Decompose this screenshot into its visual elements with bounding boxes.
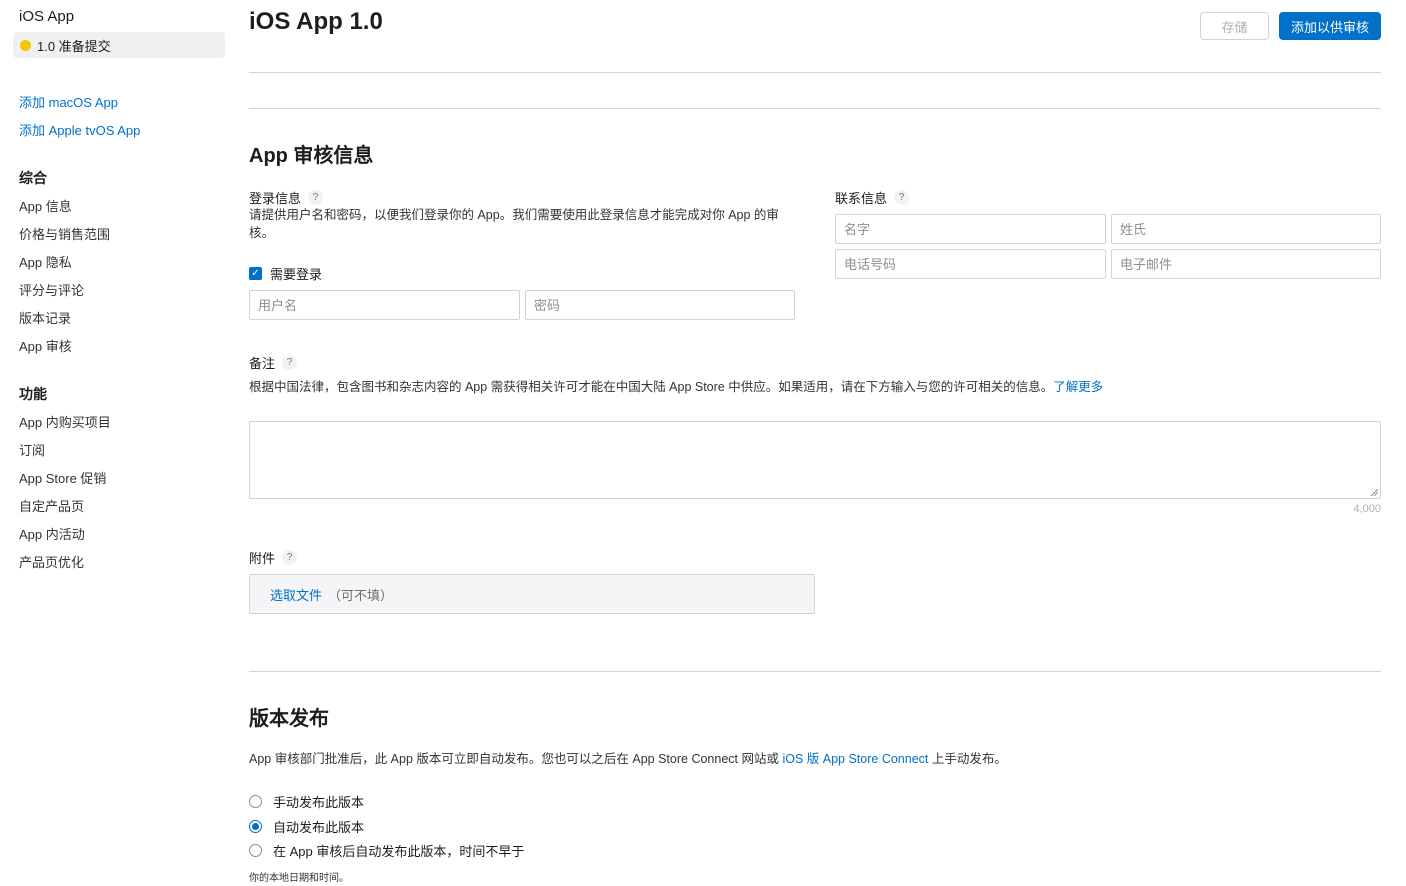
sidebar-item-app-info[interactable]: App 信息: [19, 196, 72, 215]
release-description-suffix: 上手动发布。: [931, 752, 1007, 766]
optional-note: （可不填）: [328, 587, 394, 603]
notes-textarea[interactable]: [249, 421, 1381, 499]
password-input[interactable]: [525, 290, 795, 320]
add-tvos-app-link[interactable]: 添加 Apple tvOS App: [19, 120, 140, 139]
help-icon[interactable]: ?: [894, 190, 910, 205]
resize-handle-icon[interactable]: [1370, 488, 1378, 496]
page-title: iOS App 1.0: [249, 8, 383, 35]
sidebar-item-in-app-events[interactable]: App 内活动: [19, 524, 85, 543]
add-macos-app-link[interactable]: 添加 macOS App: [19, 92, 118, 111]
login-info-label: 登录信息 ?: [249, 188, 324, 207]
submit-for-review-button[interactable]: 添加以供审核: [1279, 12, 1381, 40]
release-option-label: 自动发布此版本: [273, 820, 365, 835]
character-counter: 4,000: [1353, 503, 1381, 515]
divider: [249, 671, 1381, 672]
release-option-scheduled[interactable]: 在 App 审核后自动发布此版本，时间不早于: [249, 841, 524, 860]
local-time-note: 你的本地日期和时间。: [249, 873, 349, 884]
sidebar-item-custom-product-pages[interactable]: 自定产品页: [19, 496, 84, 515]
first-name-input[interactable]: [835, 214, 1106, 244]
sidebar-version-label: 1.0 准备提交: [37, 38, 111, 54]
sidebar-item-ratings[interactable]: 评分与评论: [19, 280, 84, 299]
divider: [249, 72, 1381, 73]
login-info-label-text: 登录信息: [249, 191, 302, 206]
help-icon[interactable]: ?: [282, 355, 298, 370]
username-input[interactable]: [249, 290, 520, 320]
sidebar-item-app-review[interactable]: App 审核: [19, 336, 72, 355]
sidebar: iOS App 1.0 准备提交 添加 macOS App 添加 Apple t…: [0, 0, 232, 886]
ios-app-store-connect-link[interactable]: iOS 版 App Store Connect: [782, 752, 928, 766]
release-description: App 审核部门批准后，此 App 版本可立即自动发布。您也可以之后在 App …: [249, 750, 1381, 768]
sidebar-item-pricing[interactable]: 价格与销售范围: [19, 224, 110, 243]
release-option-automatic[interactable]: 自动发布此版本: [249, 817, 364, 836]
help-icon[interactable]: ?: [308, 190, 324, 205]
email-input[interactable]: [1111, 249, 1381, 279]
notes-label-text: 备注: [249, 356, 276, 371]
phone-input[interactable]: [835, 249, 1106, 279]
attachment-label: 附件 ?: [249, 548, 298, 567]
main-content: iOS App 1.0 存储 添加以供审核 App 审核信息 登录信息 ? 请提…: [249, 0, 1381, 886]
sidebar-item-promotions[interactable]: App Store 促销: [19, 468, 106, 487]
sign-in-required-checkbox-row[interactable]: ✓ 需要登录: [249, 264, 322, 283]
release-option-manual[interactable]: 手动发布此版本: [249, 792, 364, 811]
release-option-label: 手动发布此版本: [273, 795, 365, 810]
notes-description: 根据中国法律，包含图书和杂志内容的 App 需获得相关许可才能在中国大陆 App…: [249, 378, 1381, 396]
sidebar-item-subscriptions[interactable]: 订阅: [19, 440, 45, 459]
attachment-label-text: 附件: [249, 551, 276, 566]
sign-in-required-label: 需要登录: [270, 267, 323, 282]
sidebar-heading-features: 功能: [19, 386, 47, 402]
attachment-dropzone[interactable]: 选取文件 （可不填）: [249, 574, 815, 614]
contact-info-label-text: 联系信息: [835, 191, 888, 206]
sidebar-item-product-page-optimization[interactable]: 产品页优化: [19, 552, 84, 571]
save-button[interactable]: 存储: [1200, 12, 1269, 40]
radio-button[interactable]: [249, 795, 262, 808]
release-section-title: 版本发布: [249, 708, 329, 730]
release-description-text: App 审核部门批准后，此 App 版本可立即自动发布。您也可以之后在 App …: [249, 752, 779, 766]
status-dot-icon: [20, 39, 31, 51]
checkmark-icon[interactable]: ✓: [249, 267, 262, 280]
radio-button[interactable]: [249, 844, 262, 857]
sidebar-item-iap[interactable]: App 内购买项目: [19, 412, 111, 431]
help-icon[interactable]: ?: [282, 550, 298, 565]
radio-button-selected[interactable]: [249, 820, 262, 833]
sidebar-heading-general: 综合: [19, 170, 47, 186]
divider: [249, 108, 1381, 109]
review-section-title: App 审核信息: [249, 145, 374, 167]
last-name-input[interactable]: [1111, 214, 1381, 244]
notes-label: 备注 ?: [249, 353, 298, 372]
sidebar-item-version-history[interactable]: 版本记录: [19, 308, 71, 327]
release-option-label: 在 App 审核后自动发布此版本，时间不早于: [273, 844, 525, 859]
contact-info-label: 联系信息 ?: [835, 188, 910, 207]
sidebar-item-privacy[interactable]: App 隐私: [19, 252, 72, 271]
notes-description-text: 根据中国法律，包含图书和杂志内容的 App 需获得相关许可才能在中国大陆 App…: [249, 380, 1054, 394]
choose-file-link[interactable]: 选取文件: [270, 585, 322, 604]
learn-more-link[interactable]: 了解更多: [1053, 380, 1103, 394]
sidebar-app-title[interactable]: iOS App: [19, 8, 74, 25]
login-info-description: 请提供用户名和密码，以便我们登录你的 App。我们需要使用此登录信息才能完成对你…: [249, 208, 779, 240]
sidebar-version-item[interactable]: 1.0 准备提交: [13, 32, 225, 58]
